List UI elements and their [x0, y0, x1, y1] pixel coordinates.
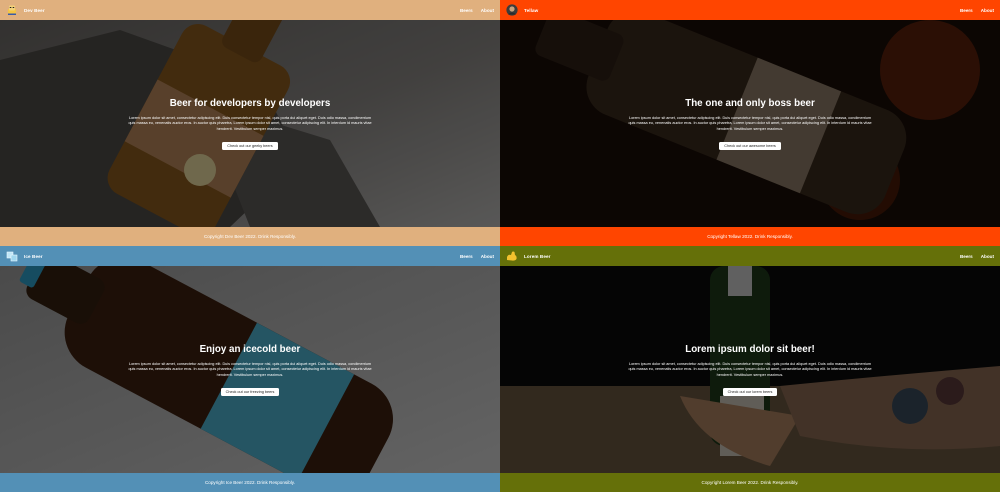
panel-tellaw: Tellaw Beers About The one and only boss…	[500, 0, 1000, 246]
hero-content: Enjoy an icecold beer Lorem ipsum dolor …	[0, 344, 500, 398]
nav-links: Beers About	[460, 8, 494, 13]
footer-copyright: Copyright Lorem Beer 2022. Drink Respons…	[701, 480, 799, 485]
hero-description: Lorem ipsum dolor sit amet, consectetur …	[628, 116, 872, 131]
ice-cube-icon[interactable]	[6, 250, 18, 262]
hero-content: The one and only boss beer Lorem ipsum d…	[500, 98, 1000, 152]
nav-about-link[interactable]: About	[981, 8, 994, 13]
navbar: Ice Beer Beers About	[0, 246, 500, 266]
footer: Copyright Dev Beer 2022. Drink Responsib…	[0, 227, 500, 246]
navbar: Lorem Beer Beers About	[500, 246, 1000, 266]
footer: Copyright Ice Beer 2022. Drink Responsib…	[0, 473, 500, 492]
flexed-arm-icon[interactable]	[506, 250, 518, 262]
brand-name[interactable]: Lorem Beer	[524, 254, 551, 259]
footer-copyright: Copyright Ice Beer 2022. Drink Responsib…	[204, 480, 296, 485]
nav-beers-link[interactable]: Beers	[460, 254, 473, 259]
hero-description: Lorem ipsum dolor sit amet, consectetur …	[628, 362, 872, 377]
nav-links: Beers About	[960, 254, 994, 259]
hero-description: Lorem ipsum dolor sit amet, consectetur …	[128, 362, 372, 377]
hero-content: Beer for developers by developers Lorem …	[0, 98, 500, 152]
developer-mascot-icon[interactable]	[6, 4, 18, 16]
hero-title: The one and only boss beer	[685, 98, 815, 109]
hero-section: The one and only boss beer Lorem ipsum d…	[500, 20, 1000, 227]
hero-section: Enjoy an icecold beer Lorem ipsum dolor …	[0, 266, 500, 473]
navbar: Dev Beer Beers About	[0, 0, 500, 20]
nav-about-link[interactable]: About	[981, 254, 994, 259]
panel-dev-beer: Dev Beer Beers About Beer for developers…	[0, 0, 500, 246]
hero-cta-button[interactable]: Check out our freezing beers	[220, 387, 280, 396]
hero-title: Beer for developers by developers	[169, 98, 331, 109]
brand-name[interactable]: Dev Beer	[24, 8, 45, 13]
nav-links: Beers About	[960, 8, 994, 13]
hero-description: Lorem ipsum dolor sit amet, consectetur …	[128, 116, 372, 131]
brand-name[interactable]: Tellaw	[524, 8, 538, 13]
hero-cta-button[interactable]: Check out our geeky beers	[222, 141, 278, 150]
nav-beers-link[interactable]: Beers	[460, 8, 473, 13]
hero-title: Enjoy an icecold beer	[199, 344, 301, 355]
footer: Copyright Lorem Beer 2022. Drink Respons…	[500, 473, 1000, 492]
hero-section: Beer for developers by developers Lorem …	[0, 20, 500, 227]
footer-copyright: Copyright Dev Beer 2022. Drink Responsib…	[203, 234, 297, 239]
hero-cta-button[interactable]: Check out our awesome beers	[719, 141, 781, 150]
footer-copyright: Copyright Tellaw 2022. Drink Responsibly…	[707, 234, 793, 239]
brand-name[interactable]: Ice Beer	[24, 254, 43, 259]
boss-avatar-icon[interactable]	[506, 4, 518, 16]
theme-preview-grid: Dev Beer Beers About Beer for developers…	[0, 0, 1000, 492]
panel-ice-beer: Ice Beer Beers About Enjoy an icecold be…	[0, 246, 500, 492]
hero-cta-button[interactable]: Check out our lorem beers	[722, 387, 778, 396]
panel-lorem-beer: Lorem Beer Beers About Lorem ipsum dolor…	[500, 246, 1000, 492]
hero-section: Lorem ipsum dolor sit beer! Lorem ipsum …	[500, 266, 1000, 473]
nav-about-link[interactable]: About	[481, 254, 494, 259]
nav-beers-link[interactable]: Beers	[960, 8, 973, 13]
nav-links: Beers About	[460, 254, 494, 259]
hero-content: Lorem ipsum dolor sit beer! Lorem ipsum …	[500, 344, 1000, 398]
nav-beers-link[interactable]: Beers	[960, 254, 973, 259]
footer: Copyright Tellaw 2022. Drink Responsibly…	[500, 227, 1000, 246]
navbar: Tellaw Beers About	[500, 0, 1000, 20]
hero-title: Lorem ipsum dolor sit beer!	[685, 344, 815, 355]
nav-about-link[interactable]: About	[481, 8, 494, 13]
